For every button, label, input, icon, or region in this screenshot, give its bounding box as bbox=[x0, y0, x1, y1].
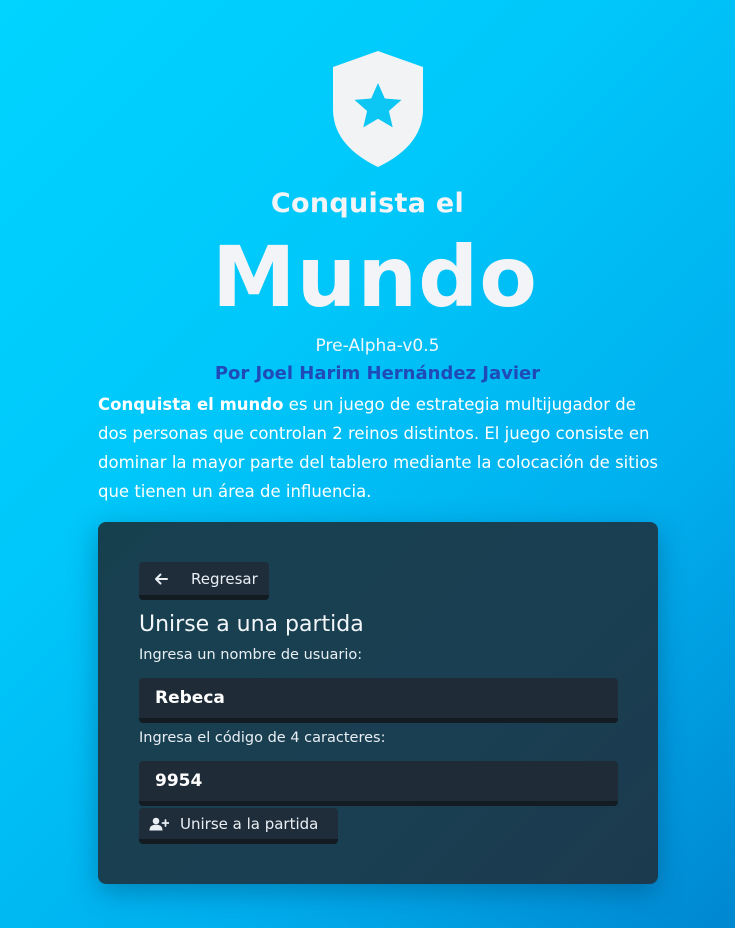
join-game-button[interactable]: Unirse a la partida bbox=[139, 808, 338, 844]
back-button[interactable]: Regresar bbox=[139, 562, 269, 600]
description-highlight: Conquista el mundo bbox=[98, 395, 284, 414]
game-subtitle: Conquista el bbox=[270, 188, 465, 219]
shield-star-icon bbox=[333, 51, 423, 167]
join-game-card: Regresar Unirse a una partida Ingresa un… bbox=[98, 522, 658, 884]
back-button-label: Regresar bbox=[191, 569, 258, 588]
arrow-left-icon bbox=[151, 571, 171, 587]
game-description: Conquista el mundo es un juego de estrat… bbox=[98, 390, 658, 506]
game-title: Mundo bbox=[211, 228, 539, 326]
join-game-button-label: Unirse a la partida bbox=[180, 814, 319, 833]
username-input[interactable] bbox=[139, 678, 618, 723]
card-title: Unirse a una partida bbox=[139, 612, 364, 637]
user-plus-icon bbox=[149, 816, 169, 832]
author-label: Por Joel Harim Hernández Javier bbox=[214, 363, 541, 384]
code-input[interactable] bbox=[139, 761, 618, 806]
username-label: Ingresa un nombre de usuario: bbox=[139, 647, 363, 663]
code-label: Ingresa el código de 4 caracteres: bbox=[139, 730, 386, 746]
version-label: Pre-Alpha-v0.5 bbox=[315, 336, 440, 356]
